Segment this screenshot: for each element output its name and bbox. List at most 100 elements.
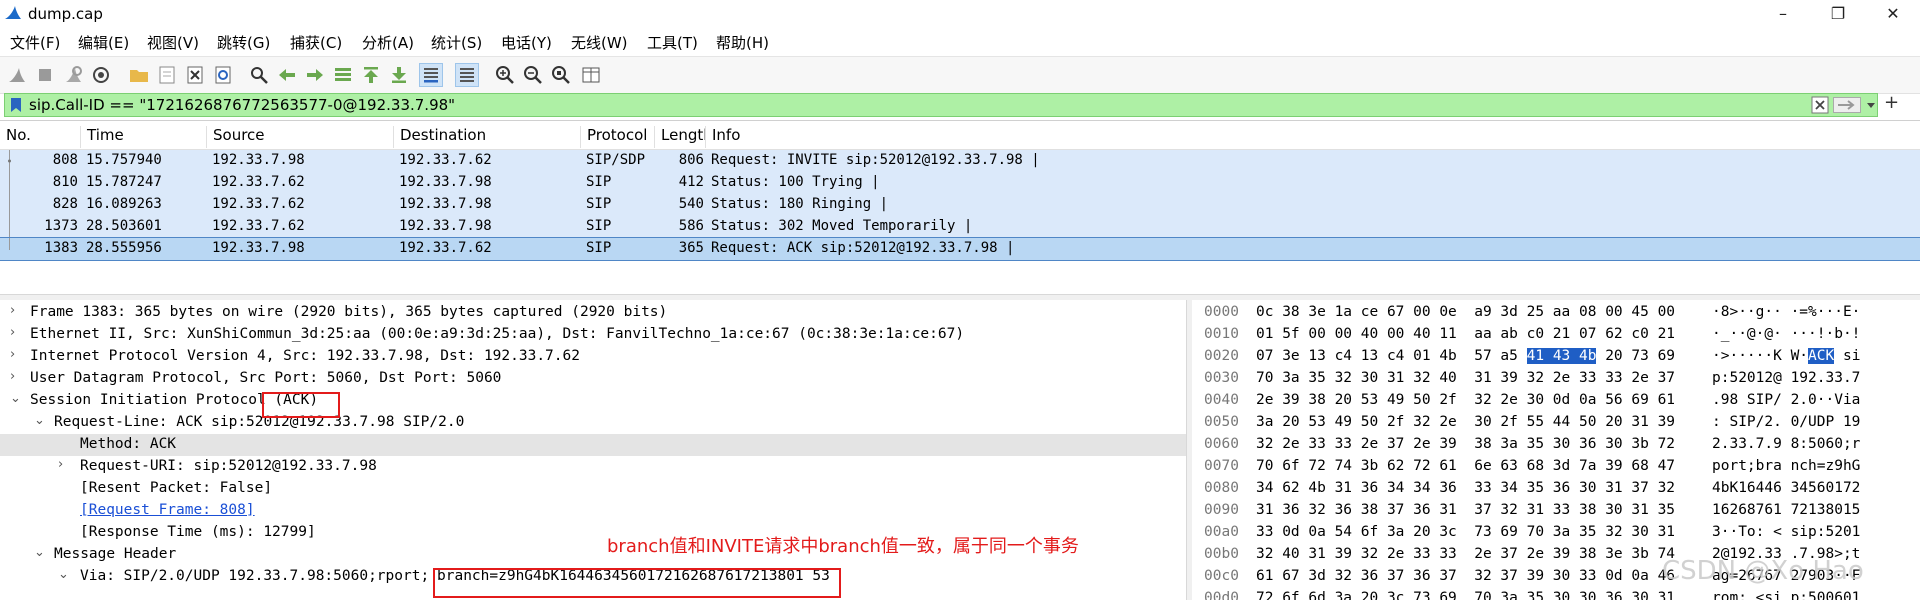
packet-row[interactable]: 1373 28.503601 192.33.7.62 192.33.7.98 S… — [0, 216, 1920, 238]
tree-item-ethernet[interactable]: › Ethernet II, Src: XunShiCommun_3d:25:a… — [0, 324, 1186, 346]
packet-row[interactable]: 828 16.089263 192.33.7.62 192.33.7.98 SI… — [0, 194, 1920, 216]
go-back-icon[interactable] — [276, 64, 298, 86]
hex-row[interactable]: 00a0 33 0d 0a 54 6f 3a 20 3c 73 69 70 3a … — [1192, 522, 1920, 544]
close-button[interactable]: ✕ — [1866, 0, 1920, 28]
shark-fin-start-icon[interactable] — [6, 64, 28, 86]
hex-row[interactable]: 0010 01 5f 00 00 40 00 40 11 aa ab c0 21 … — [1192, 324, 1920, 346]
menu-edit[interactable]: 编辑(E) — [78, 32, 129, 53]
hex-offset: 00b0 — [1204, 546, 1239, 562]
cell-no: 808 — [52, 152, 78, 168]
clear-filter-icon[interactable] — [1811, 96, 1829, 114]
add-filter-button[interactable]: + — [1884, 92, 1899, 113]
menu-capture[interactable]: 捕获(C) — [290, 32, 342, 53]
packet-row[interactable]: 808 15.757940 192.33.7.98 192.33.7.62 SI… — [0, 150, 1920, 172]
chevron-down-icon[interactable]: ⌄ — [34, 413, 45, 428]
hex-row[interactable]: 0020 07 3e 13 c4 13 c4 01 4b 57 a5 41 43 … — [1192, 346, 1920, 368]
cell-protocol: SIP — [586, 196, 612, 212]
tree-item-sip[interactable]: ⌄ Session Initiation Protocol (ACK) — [0, 390, 1186, 412]
resize-columns-icon[interactable] — [580, 64, 602, 86]
chevron-down-icon[interactable]: ⌄ — [58, 567, 69, 582]
go-first-icon[interactable] — [360, 64, 382, 86]
tree-item-label: Ethernet II, Src: XunShiCommun_3d:25:aa … — [30, 326, 965, 342]
save-file-icon[interactable] — [156, 64, 178, 86]
hex-row[interactable]: 0070 70 6f 72 74 3b 62 72 61 6e 63 68 3d … — [1192, 456, 1920, 478]
hex-bytes-tail: 20 73 69 — [1596, 348, 1676, 364]
menu-analyze[interactable]: 分析(A) — [362, 32, 414, 53]
cell-destination: 192.33.7.62 — [399, 240, 492, 256]
tree-item-method[interactable]: Method: ACK — [0, 434, 1186, 456]
hex-row[interactable]: 0030 70 3a 35 32 30 31 32 40 31 39 32 2e … — [1192, 368, 1920, 390]
apply-filter-icon[interactable] — [1833, 97, 1861, 113]
tree-item-frame[interactable]: › Frame 1383: 365 bytes on wire (2920 bi… — [0, 302, 1186, 324]
go-to-packet-icon[interactable] — [332, 64, 354, 86]
close-file-icon[interactable] — [184, 64, 206, 86]
tree-item-ipv4[interactable]: › Internet Protocol Version 4, Src: 192.… — [0, 346, 1186, 368]
minimize-button[interactable]: – — [1756, 0, 1810, 28]
chevron-right-icon[interactable]: › — [10, 369, 15, 384]
tree-item-request-frame[interactable]: [Request Frame: 808] — [0, 500, 1186, 522]
chevron-down-icon[interactable]: ⌄ — [10, 391, 21, 406]
cell-source: 192.33.7.98 — [212, 240, 305, 256]
cell-info: Status: 302 Moved Temporarily | — [711, 218, 973, 234]
hex-row[interactable]: 0080 34 62 4b 31 36 34 34 36 33 34 35 36 … — [1192, 478, 1920, 500]
cell-info: Request: ACK sip:52012@192.33.7.98 | — [711, 240, 1015, 256]
watermark: CSDN @Xo Hao — [1662, 556, 1864, 586]
menu-file[interactable]: 文件(F) — [10, 32, 60, 53]
menu-wireless[interactable]: 无线(W) — [571, 32, 628, 53]
hex-row[interactable]: 0050 3a 20 53 49 50 2f 32 2e 30 2f 55 44 … — [1192, 412, 1920, 434]
request-frame-link[interactable]: [Request Frame: 808] — [80, 502, 255, 518]
tree-item-resent[interactable]: [Resent Packet: False] — [0, 478, 1186, 500]
column-time[interactable]: Time — [80, 126, 207, 148]
go-forward-icon[interactable] — [304, 64, 326, 86]
related-line-icon — [9, 216, 10, 238]
chevron-right-icon[interactable]: › — [10, 347, 15, 362]
menu-statistics[interactable]: 统计(S) — [431, 32, 482, 53]
open-file-icon[interactable] — [128, 64, 150, 86]
column-destination[interactable]: Destination — [393, 126, 580, 148]
column-length[interactable]: Lengtl — [654, 126, 711, 148]
capture-options-icon[interactable] — [90, 64, 112, 86]
column-source[interactable]: Source — [206, 126, 393, 148]
menu-tools[interactable]: 工具(T) — [647, 32, 698, 53]
menu-telephony[interactable]: 电话(Y) — [501, 32, 552, 53]
column-info[interactable]: Info — [705, 126, 1912, 148]
menu-view[interactable]: 视图(V) — [147, 32, 199, 53]
hex-row[interactable]: 00d0 72 6f 6d 3a 20 3c 73 69 70 3a 35 30 … — [1192, 588, 1920, 600]
menu-help[interactable]: 帮助(H) — [716, 32, 769, 53]
hex-row[interactable]: 0000 0c 38 3e 1a ce 67 00 0e a9 3d 25 aa … — [1192, 302, 1920, 324]
tree-item-request-uri[interactable]: › Request-URI: sip:52012@192.33.7.98 — [0, 456, 1186, 478]
stop-icon[interactable] — [34, 64, 56, 86]
restart-icon[interactable] — [62, 64, 84, 86]
hex-row[interactable]: 0040 2e 39 38 20 53 49 50 2f 32 2e 30 0d … — [1192, 390, 1920, 412]
chevron-right-icon[interactable]: › — [58, 457, 63, 472]
find-packet-icon[interactable] — [248, 64, 270, 86]
colorize-icon[interactable] — [455, 63, 479, 87]
autoscroll-icon[interactable] — [419, 63, 443, 87]
packet-row-selected[interactable]: 1383 28.555956 192.33.7.98 192.33.7.62 S… — [0, 237, 1920, 261]
hex-ascii: 4bK16446 34560172 — [1712, 480, 1861, 496]
cell-no: 828 — [52, 196, 78, 212]
zoom-in-icon[interactable] — [494, 64, 516, 86]
window-title: dump.cap — [28, 5, 103, 23]
chevron-right-icon[interactable]: › — [10, 325, 15, 340]
related-line-icon — [9, 238, 10, 250]
tree-item-udp[interactable]: › User Datagram Protocol, Src Port: 5060… — [0, 368, 1186, 390]
zoom-normal-icon[interactable] — [550, 64, 572, 86]
maximize-button[interactable]: ❐ — [1811, 0, 1865, 28]
hex-row[interactable]: 0060 32 2e 33 33 2e 37 2e 39 38 3a 35 30 … — [1192, 434, 1920, 456]
display-filter-input[interactable] — [29, 94, 1789, 116]
chevron-down-icon[interactable] — [1865, 98, 1877, 112]
hex-offset: 0050 — [1204, 414, 1239, 430]
chevron-right-icon[interactable]: › — [10, 303, 15, 318]
chevron-down-icon[interactable]: ⌄ — [34, 545, 45, 560]
packet-row[interactable]: 810 15.787247 192.33.7.62 192.33.7.98 SI… — [0, 172, 1920, 194]
hex-row[interactable]: 0090 31 36 32 36 38 37 36 31 37 32 31 33 … — [1192, 500, 1920, 522]
zoom-out-icon[interactable] — [522, 64, 544, 86]
column-no[interactable]: No. — [0, 126, 80, 148]
bookmark-icon[interactable] — [10, 97, 22, 113]
menu-go[interactable]: 跳转(G) — [217, 32, 270, 53]
go-last-icon[interactable] — [388, 64, 410, 86]
column-protocol[interactable]: Protocol — [580, 126, 655, 148]
tree-item-request-line[interactable]: ⌄ Request-Line: ACK sip:52012@192.33.7.9… — [0, 412, 1186, 434]
reload-icon[interactable] — [212, 64, 234, 86]
